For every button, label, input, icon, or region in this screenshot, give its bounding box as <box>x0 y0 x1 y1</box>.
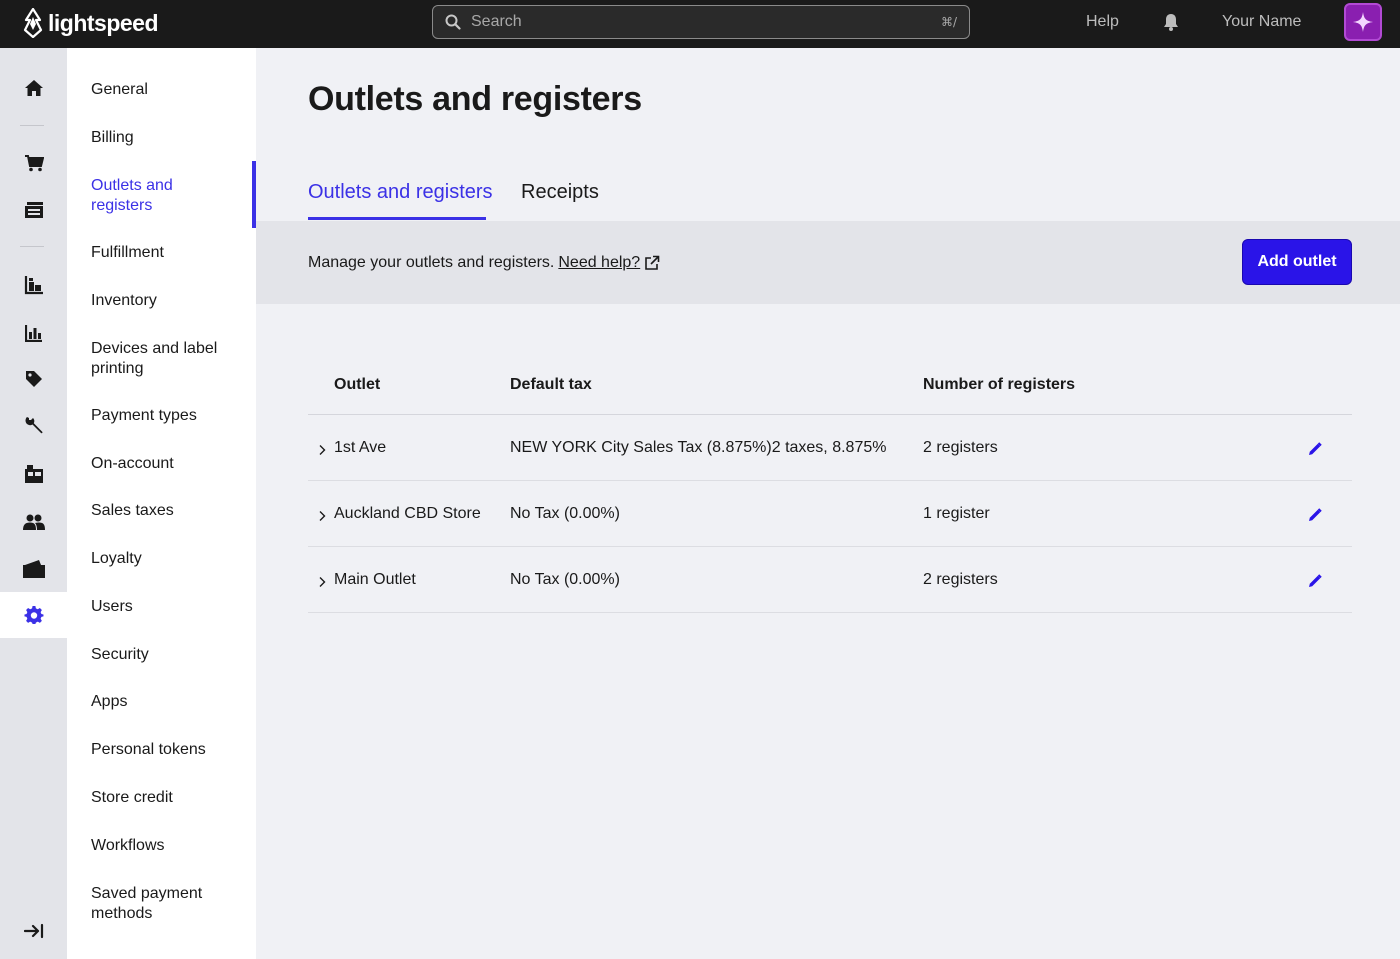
sidebar-item-on-account[interactable]: On-account <box>91 454 241 474</box>
reports-icon <box>24 325 42 342</box>
external-link-icon[interactable] <box>644 255 660 271</box>
cell-default-tax: No Tax (0.00%) <box>510 571 620 588</box>
lightspeed-logo[interactable]: lightspeed <box>22 8 159 38</box>
table-row[interactable]: Auckland CBD Store No Tax (0.00%) 1 regi… <box>308 481 1352 547</box>
brand-name: lightspeed <box>48 9 159 36</box>
sidebar-item-personal-tokens[interactable]: Personal tokens <box>91 740 241 760</box>
sidebar-item-payment-types[interactable]: Payment types <box>91 406 241 426</box>
column-header-number-of-registers[interactable]: Number of registers <box>923 376 1075 394</box>
chevron-right-icon[interactable] <box>318 576 326 588</box>
flame-logo-icon <box>23 8 43 38</box>
page-title: Outlets and registers <box>308 80 642 118</box>
sparkle-icon <box>1353 12 1373 32</box>
home-icon <box>24 80 43 96</box>
sidebar-item-devices-and-label-printing[interactable]: Devices and label printing <box>91 339 231 379</box>
add-outlet-button[interactable]: Add outlet <box>1242 239 1352 285</box>
rail-inventory[interactable] <box>0 262 67 308</box>
sidebar-item-sales-taxes[interactable]: Sales taxes <box>91 501 241 521</box>
pencil-icon[interactable] <box>1308 574 1322 588</box>
store-icon <box>24 465 43 483</box>
table-header: Outlet Default tax Number of registers <box>308 358 1352 415</box>
top-bar: lightspeed Search ⌘/ Help Your Name <box>0 0 1400 48</box>
info-banner: Manage your outlets and registers. Need … <box>256 221 1400 304</box>
sidebar-item-workflows[interactable]: Workflows <box>91 836 241 856</box>
sidebar-item-inventory[interactable]: Inventory <box>91 291 241 311</box>
search-placeholder: Search <box>471 13 522 30</box>
sidebar-item-security[interactable]: Security <box>91 645 241 665</box>
search-input[interactable]: Search ⌘/ <box>432 5 970 39</box>
sidebar-item-fulfillment[interactable]: Fulfillment <box>91 243 241 263</box>
sidebar-item-loyalty[interactable]: Loyalty <box>91 549 241 569</box>
cell-default-tax: No Tax (0.00%) <box>510 505 620 522</box>
sidebar-item-general[interactable]: General <box>91 80 241 100</box>
table-row[interactable]: 1st Ave NEW YORK City Sales Tax (8.875%)… <box>308 415 1352 481</box>
register-icon <box>24 202 43 218</box>
banner-message: Manage your outlets and registers. Need … <box>308 254 660 272</box>
cell-outlet: Auckland CBD Store <box>334 505 481 522</box>
tab-receipts[interactable]: Receipts <box>521 181 599 204</box>
help-link[interactable]: Help <box>1086 13 1119 31</box>
rail-expand[interactable] <box>0 908 67 954</box>
chevron-right-icon[interactable] <box>318 444 326 456</box>
search-icon <box>445 14 461 30</box>
settings-icon <box>23 605 43 624</box>
cart-icon <box>24 155 44 172</box>
search-shortcut: ⌘/ <box>940 15 957 29</box>
rail-settings[interactable] <box>0 592 67 638</box>
column-header-outlet[interactable]: Outlet <box>334 376 380 394</box>
avatar[interactable] <box>1344 3 1382 41</box>
pencil-icon[interactable] <box>1308 442 1322 456</box>
table-row[interactable]: Main Outlet No Tax (0.00%) 2 registers <box>308 547 1352 613</box>
wrench-icon <box>25 417 42 434</box>
sidebar-item-apps[interactable]: Apps <box>91 692 241 712</box>
sidebar-item-outlets-and-registers[interactable]: Outlets and registers <box>91 176 201 216</box>
expand-icon <box>23 923 43 939</box>
customers-icon <box>22 514 45 530</box>
rail-store[interactable] <box>0 451 67 497</box>
tag-icon <box>25 371 42 387</box>
warehouse-icon <box>24 276 43 295</box>
settings-sidebar: General Billing Outlets and registers Fu… <box>67 48 256 959</box>
need-help-link[interactable]: Need help? <box>558 254 640 272</box>
rail-divider <box>20 246 44 247</box>
column-header-default-tax[interactable]: Default tax <box>510 376 592 394</box>
cell-registers: 1 register <box>923 505 990 522</box>
rail-reports[interactable] <box>0 310 67 356</box>
cell-default-tax: NEW YORK City Sales Tax (8.875%)2 taxes,… <box>510 439 887 456</box>
rail-tools[interactable] <box>0 403 67 449</box>
rail-sell[interactable] <box>0 140 67 186</box>
rail-ecommerce[interactable] <box>0 546 67 592</box>
user-name[interactable]: Your Name <box>1222 13 1301 31</box>
bell-icon[interactable] <box>1163 13 1179 36</box>
tab-outlets-and-registers[interactable]: Outlets and registers <box>308 181 493 204</box>
rail-home[interactable] <box>0 65 67 111</box>
active-tab-indicator <box>308 217 486 220</box>
cell-registers: 2 registers <box>923 439 998 456</box>
rail-products[interactable] <box>0 356 67 402</box>
wallet-icon <box>22 560 45 578</box>
cell-registers: 2 registers <box>923 571 998 588</box>
banner-text: Manage your outlets and registers. <box>308 254 555 271</box>
icon-rail <box>0 48 67 959</box>
main-content: Outlets and registers Outlets and regist… <box>256 48 1400 959</box>
chevron-right-icon[interactable] <box>318 510 326 522</box>
sidebar-item-billing[interactable]: Billing <box>91 128 241 148</box>
sidebar-item-saved-payment-methods[interactable]: Saved payment methods <box>91 884 211 924</box>
rail-divider <box>20 125 44 126</box>
cell-outlet: 1st Ave <box>334 439 387 456</box>
sidebar-item-store-credit[interactable]: Store credit <box>91 788 241 808</box>
rail-register[interactable] <box>0 187 67 233</box>
cell-outlet: Main Outlet <box>334 571 416 588</box>
pencil-icon[interactable] <box>1308 508 1322 522</box>
rail-customers[interactable] <box>0 499 67 545</box>
sidebar-item-users[interactable]: Users <box>91 597 241 617</box>
outlets-table: Outlet Default tax Number of registers 1… <box>308 358 1352 613</box>
